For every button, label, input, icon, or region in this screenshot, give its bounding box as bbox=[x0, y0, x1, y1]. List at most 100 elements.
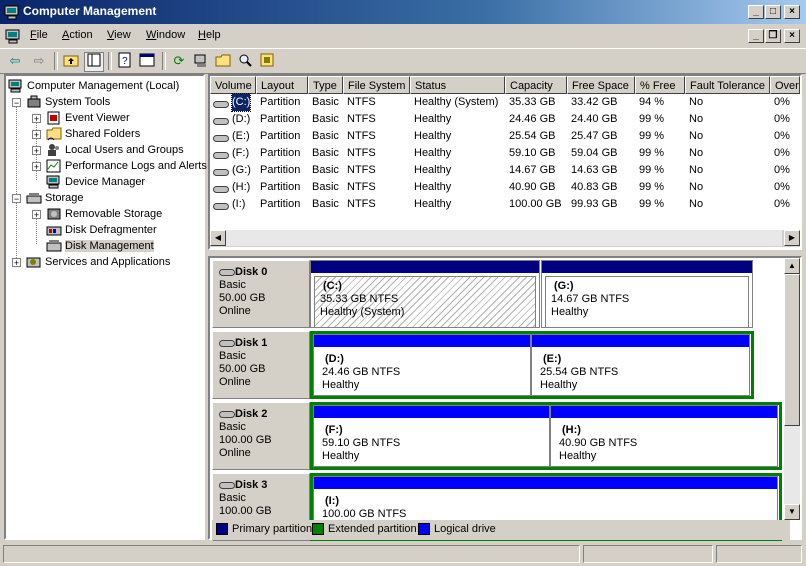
toolbar: ⇦ ⇨ ? ⟳ bbox=[0, 48, 806, 74]
cell-overhead: 0% bbox=[774, 164, 790, 176]
collapse-toggle[interactable]: − bbox=[12, 194, 21, 204]
tree-label: Disk Defragmenter bbox=[65, 224, 157, 236]
cell-layout: Partition bbox=[260, 147, 301, 159]
forward-icon[interactable]: ⇨ bbox=[30, 52, 48, 70]
partition-block[interactable]: (G:) 14.67 GB NTFS Healthy bbox=[541, 260, 753, 328]
expand-toggle[interactable]: + bbox=[12, 258, 21, 268]
column-header-free-space[interactable]: Free Space bbox=[567, 76, 635, 94]
tree-label: Local Users and Groups bbox=[65, 144, 184, 156]
column-header-percent-free[interactable]: % Free bbox=[635, 76, 685, 94]
partition-block[interactable]: (C:) 35.33 GB NTFS Healthy (System) bbox=[310, 260, 540, 328]
tree-item-local-users[interactable]: Local Users and Groups bbox=[46, 142, 184, 158]
volume-list[interactable]: Volume Layout Type File System Status Ca… bbox=[208, 74, 802, 250]
tree-item-disk-management[interactable]: Disk Management bbox=[46, 238, 154, 254]
scroll-track[interactable] bbox=[226, 230, 782, 246]
disk-label[interactable]: Disk 2 Basic 100.00 GB Online bbox=[212, 402, 310, 470]
scroll-left-button[interactable]: ◀ bbox=[210, 230, 226, 246]
tree-item-computer-management[interactable]: Computer Management (Local) bbox=[8, 78, 179, 94]
scroll-right-button[interactable]: ▶ bbox=[784, 230, 800, 246]
scroll-thumb[interactable] bbox=[784, 274, 800, 426]
column-header-fault-tolerance[interactable]: Fault Tolerance bbox=[685, 76, 770, 94]
tree-item-event-viewer[interactable]: Event Viewer bbox=[46, 110, 130, 126]
minimize-button[interactable]: _ bbox=[748, 5, 764, 19]
cell-free: 33.42 GB bbox=[571, 96, 618, 108]
tree-item-removable-storage[interactable]: Removable Storage bbox=[46, 206, 162, 222]
maximize-button[interactable]: □ bbox=[765, 5, 781, 19]
disk-label[interactable]: Disk 1 Basic 50.00 GB Online bbox=[212, 331, 310, 399]
scroll-down-button[interactable]: ▼ bbox=[784, 504, 800, 520]
help-icon[interactable] bbox=[138, 52, 156, 70]
partition-block[interactable]: (H:) 40.90 GB NTFS Healthy bbox=[550, 405, 778, 467]
settings-icon[interactable] bbox=[258, 52, 276, 70]
partition-block[interactable]: (D:) 24.46 GB NTFS Healthy bbox=[313, 334, 531, 396]
column-header-layout[interactable]: Layout bbox=[256, 76, 308, 94]
expand-toggle[interactable]: + bbox=[32, 146, 41, 156]
partition-size: 35.33 GB NTFS bbox=[320, 293, 399, 305]
disk-label[interactable]: Disk 0 Basic 50.00 GB Online bbox=[212, 260, 310, 328]
expand-toggle[interactable]: + bbox=[32, 130, 41, 140]
column-header-capacity[interactable]: Capacity bbox=[505, 76, 567, 94]
child-minimize-button[interactable]: _ bbox=[748, 29, 764, 43]
tree-item-services-applications[interactable]: Services and Applications bbox=[26, 254, 170, 270]
pane-splitter[interactable] bbox=[208, 251, 802, 255]
expand-toggle[interactable]: + bbox=[32, 114, 41, 124]
column-header-type[interactable]: Type bbox=[308, 76, 343, 94]
table-row[interactable]: (G:) Partition Basic NTFS Healthy 14.67 GB 14.… bbox=[210, 162, 800, 179]
column-header-status[interactable]: Status bbox=[410, 76, 505, 94]
search-icon[interactable] bbox=[236, 52, 254, 70]
column-header-volume[interactable]: Volume bbox=[210, 76, 256, 94]
menu-file[interactable]: File bbox=[30, 29, 48, 41]
tree-item-performance-logs[interactable]: Performance Logs and Alerts bbox=[46, 158, 207, 174]
horizontal-scrollbar[interactable]: ◀ ▶ bbox=[210, 230, 800, 247]
vertical-scrollbar[interactable]: ▲ ▼ bbox=[784, 258, 800, 520]
cell-volume: (E:) bbox=[232, 130, 250, 142]
cell-volume: (I:) bbox=[232, 198, 246, 210]
title-bar[interactable]: Computer Management _ □ × bbox=[0, 0, 806, 24]
disk-graphical-view[interactable]: Disk 0 Basic 50.00 GB Online (C:) 35.33 GB NT… bbox=[208, 256, 802, 541]
toolbar-separator bbox=[108, 52, 112, 70]
console-tree[interactable]: Computer Management (Local) − System Too… bbox=[4, 74, 207, 540]
partition-size: 14.67 GB NTFS bbox=[551, 293, 630, 305]
properties-icon[interactable]: ? bbox=[116, 52, 134, 70]
expand-toggle[interactable]: + bbox=[32, 210, 41, 220]
computer-management-icon bbox=[4, 4, 20, 20]
cell-fs: NTFS bbox=[347, 181, 376, 193]
menu-window[interactable]: Window bbox=[146, 29, 185, 41]
partition-block[interactable]: (E:) 25.54 GB NTFS Healthy bbox=[531, 334, 750, 396]
table-row[interactable]: (C:) Partition Basic NTFS Healthy (System) 35… bbox=[210, 93, 800, 112]
refresh-icon[interactable]: ⟳ bbox=[170, 52, 188, 70]
disk-name: Disk 0 bbox=[235, 266, 268, 278]
tree-item-disk-defragmenter[interactable]: Disk Defragmenter bbox=[46, 222, 157, 238]
tree-item-shared-folders[interactable]: Shared Folders bbox=[46, 126, 140, 142]
tree-item-device-manager[interactable]: Device Manager bbox=[46, 174, 145, 190]
cell-type: Basic bbox=[312, 181, 339, 193]
table-row[interactable]: (I:) Partition Basic NTFS Healthy 100.00 GB 99… bbox=[210, 196, 800, 213]
expand-toggle[interactable]: + bbox=[32, 162, 41, 172]
menu-view[interactable]: View bbox=[107, 29, 131, 41]
column-header-overhead[interactable]: Overhead bbox=[770, 76, 800, 94]
table-row[interactable]: (H:) Partition Basic NTFS Healthy 40.90 GB 40.… bbox=[210, 179, 800, 196]
tree-item-storage[interactable]: Storage bbox=[26, 190, 84, 206]
child-close-button[interactable]: × bbox=[784, 29, 800, 43]
back-icon[interactable]: ⇦ bbox=[6, 52, 24, 70]
scroll-up-button[interactable]: ▲ bbox=[784, 258, 800, 274]
mmc-document-icon[interactable] bbox=[5, 28, 21, 44]
cell-volume: (C:) bbox=[230, 93, 252, 112]
table-row[interactable]: (D:) Partition Basic NTFS Healthy 24.46 GB 24.… bbox=[210, 111, 800, 128]
table-row[interactable]: (F:) Partition Basic NTFS Healthy 59.10 GB 59.… bbox=[210, 145, 800, 162]
tree-item-system-tools[interactable]: System Tools bbox=[26, 94, 110, 110]
child-restore-button[interactable]: ❐ bbox=[765, 29, 781, 43]
column-header-file-system[interactable]: File System bbox=[343, 76, 410, 94]
close-button[interactable]: × bbox=[784, 5, 800, 19]
menu-action[interactable]: Action bbox=[62, 29, 93, 41]
connect-icon[interactable] bbox=[192, 52, 210, 70]
menu-help[interactable]: Help bbox=[198, 29, 221, 41]
computer-icon bbox=[8, 79, 24, 93]
toolbar-separator bbox=[162, 52, 166, 70]
open-folder-icon[interactable] bbox=[214, 52, 232, 70]
show-hide-tree-icon[interactable] bbox=[84, 52, 104, 72]
table-row[interactable]: (E:) Partition Basic NTFS Healthy 25.54 GB 25.… bbox=[210, 128, 800, 145]
up-folder-icon[interactable] bbox=[62, 52, 80, 70]
collapse-toggle[interactable]: − bbox=[12, 98, 21, 108]
partition-block[interactable]: (F:) 59.10 GB NTFS Healthy bbox=[313, 405, 550, 467]
